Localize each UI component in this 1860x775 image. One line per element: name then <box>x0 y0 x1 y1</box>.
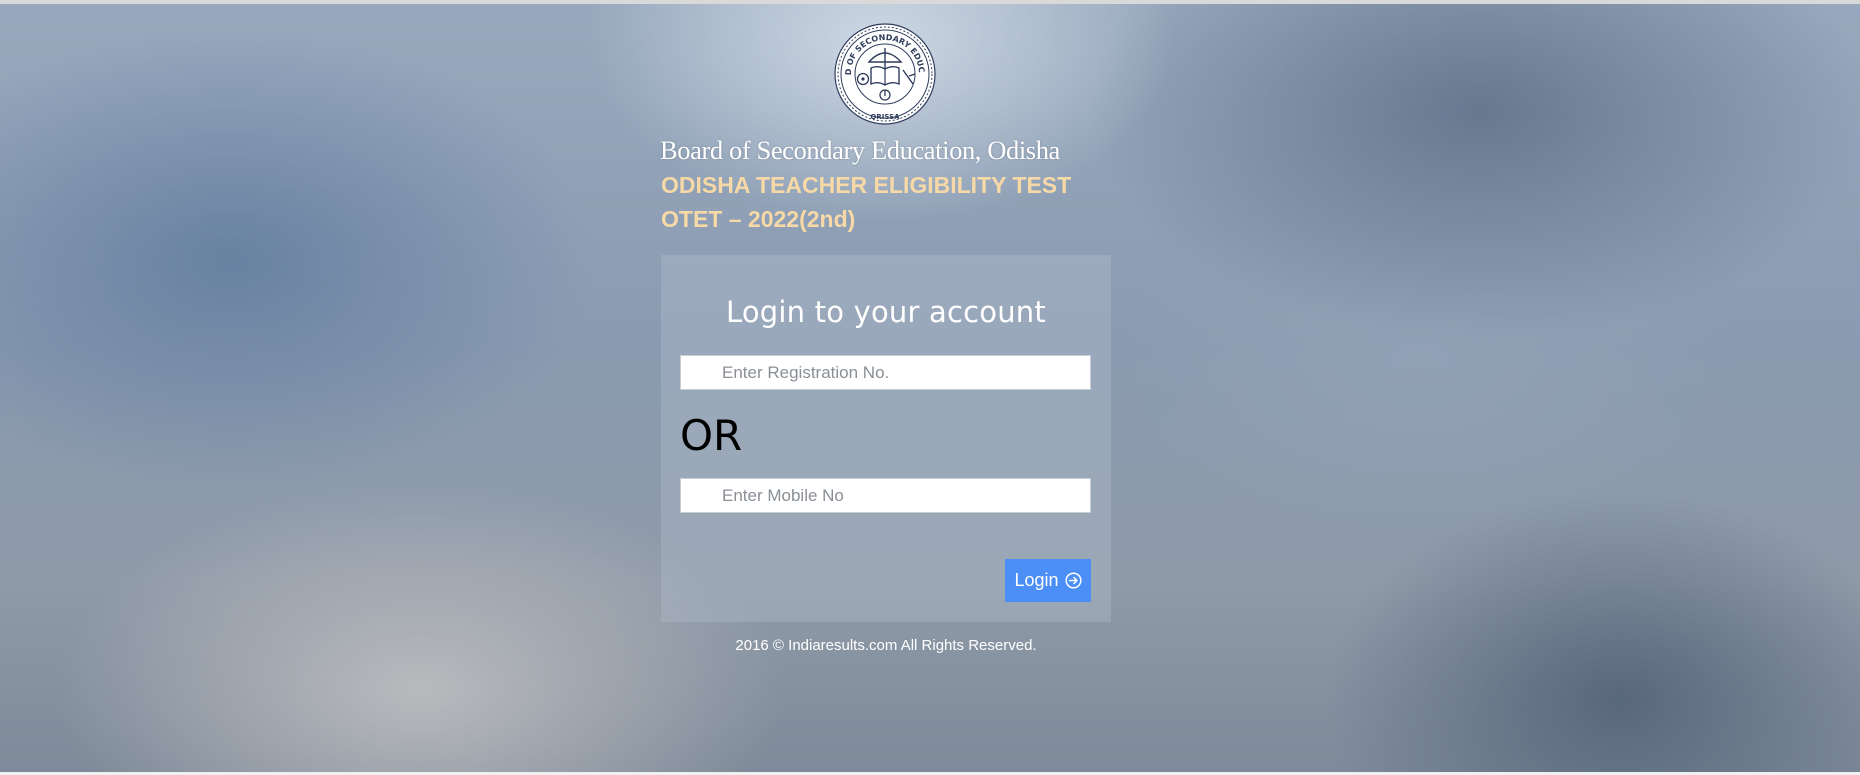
exam-subtitle: OTET – 2022(2nd) <box>661 206 856 232</box>
bse-odisha-emblem-icon: BOARD OF SECONDARY EDUCATION ORISSA <box>830 15 937 126</box>
registration-field <box>680 355 1091 390</box>
footer-copyright: 2016 © Indiaresults.com All Rights Reser… <box>735 637 1037 654</box>
arrow-circle-right-icon <box>1064 572 1082 589</box>
exam-title: ODISHA TEACHER ELIGIBILITY TEST <box>661 172 1072 198</box>
login-panel: Login to your account OR Login <box>661 255 1111 622</box>
login-button-label: Login <box>1014 570 1059 590</box>
top-border <box>0 0 1860 4</box>
login-heading: Login to your account <box>726 295 1046 329</box>
svg-text:ORISSA: ORISSA <box>870 113 900 121</box>
mobile-input[interactable] <box>681 479 1090 512</box>
organization-name: Board of Secondary Education, Odisha <box>660 135 1060 165</box>
login-button[interactable]: Login <box>1005 559 1091 602</box>
mobile-field <box>680 478 1091 513</box>
registration-input[interactable] <box>681 356 1090 389</box>
or-separator: OR <box>680 411 743 460</box>
